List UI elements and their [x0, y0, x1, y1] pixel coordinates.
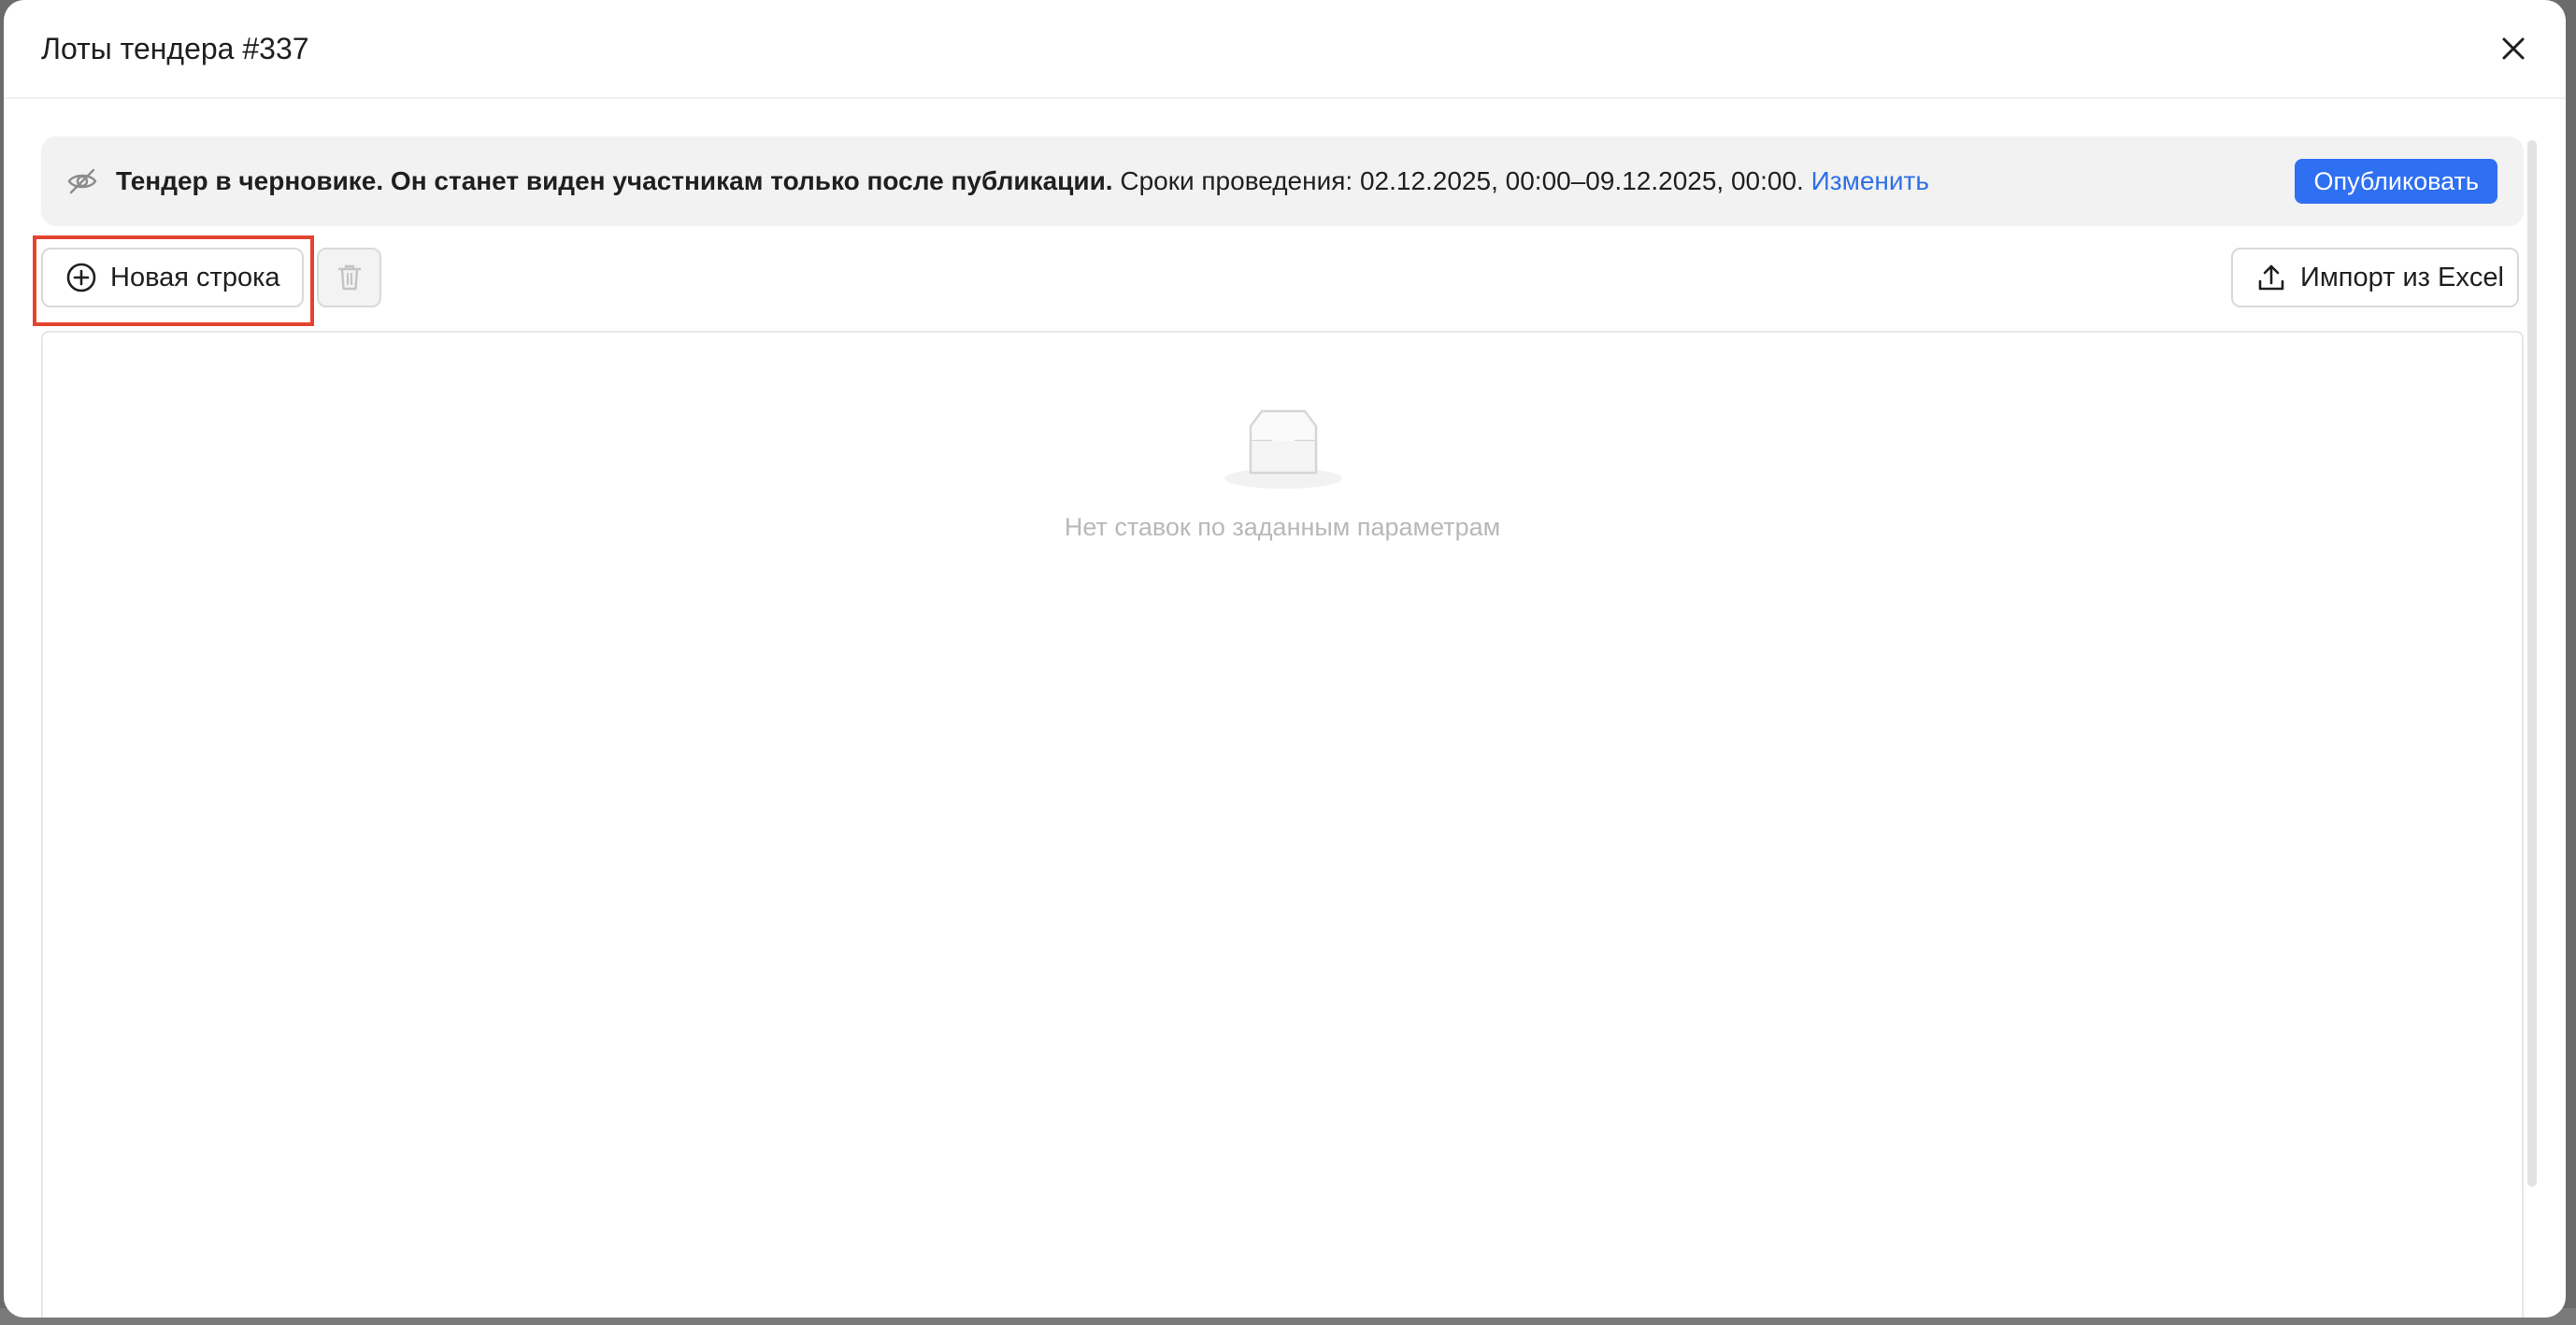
draft-notice: Тендер в черновике. Он станет виден учас… — [41, 136, 2524, 226]
notice-bold-text: Тендер в черновике. Он станет виден учас… — [116, 166, 1113, 195]
modal-title: Лоты тендера #337 — [41, 32, 309, 65]
upload-icon — [2258, 264, 2284, 291]
new-row-button[interactable]: Новая строка — [41, 248, 304, 307]
trash-icon — [337, 264, 361, 291]
change-link[interactable]: Изменить — [1811, 166, 1929, 195]
new-row-label: Новая строка — [110, 262, 280, 292]
close-icon — [2502, 37, 2525, 60]
lots-table: Нет ставок по заданным параметрам — [41, 331, 2524, 1318]
import-label: Импорт из Excel — [2300, 262, 2504, 292]
publish-button[interactable]: Опубликовать — [2295, 159, 2497, 204]
eye-off-icon — [67, 168, 97, 194]
close-button[interactable] — [2497, 32, 2530, 65]
notice-text: Тендер в черновике. Он станет виден учас… — [116, 163, 1929, 200]
notice-period-text: Сроки проведения: 02.12.2025, 00:00–09.1… — [1112, 166, 1811, 195]
empty-inbox-icon — [1224, 409, 1342, 489]
lots-modal: Лоты тендера #337 Тендер в черновике. Он… — [4, 0, 2566, 1318]
modal-header: Лоты тендера #337 — [4, 0, 2566, 99]
delete-row-button[interactable] — [317, 248, 381, 307]
scrollbar[interactable] — [2527, 140, 2537, 1187]
import-excel-button[interactable]: Импорт из Excel — [2231, 248, 2519, 307]
empty-state-text: Нет ставок по заданным параметрам — [1064, 513, 1501, 541]
plus-circle-icon — [66, 263, 96, 292]
